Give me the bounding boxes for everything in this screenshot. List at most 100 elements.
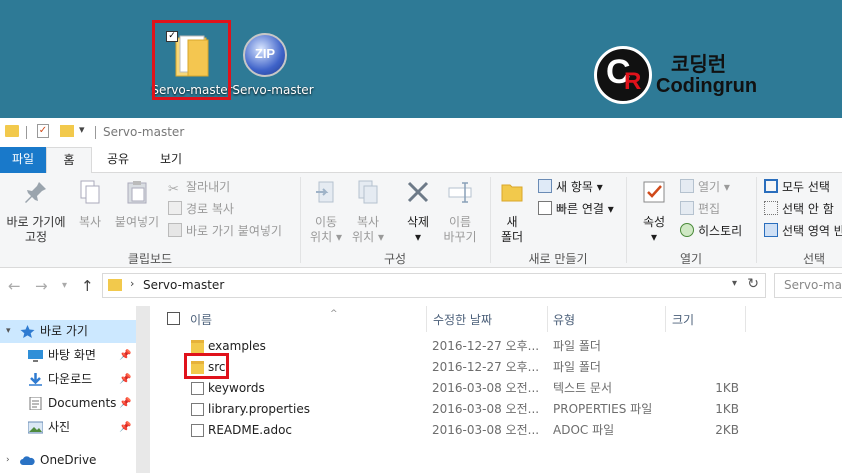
annotation-highlight-box [184,353,229,379]
properties-button[interactable]: 속성 ▾ [634,179,674,245]
paste-icon [127,181,147,204]
select-none-button[interactable]: 선택 안 함 [764,199,834,219]
customize-dropdown-icon[interactable]: ▾ [79,123,85,136]
move-to-label-2: 위치 [310,230,333,244]
column-header-name[interactable]: 이름 ^ [190,308,338,332]
forward-arrow-icon[interactable]: → [35,277,48,295]
recent-locations-icon[interactable]: ▾ [62,280,67,291]
edit-button[interactable]: 편집 [680,199,720,219]
new-item-icon [538,179,552,193]
brand-korean: 코딩런 [671,52,727,76]
copy-to-icon [358,180,378,204]
file-date: 2016-12-27 오후... [432,339,538,353]
file-date: 2016-12-27 오후... [432,360,538,374]
file-size: 1KB [715,381,739,395]
desktop-icon [28,350,43,362]
cut-label: 잘라내기 [186,180,231,194]
address-bar[interactable]: › Servo-master ▾ ↻ [102,273,766,298]
pin-to-quick-access-button[interactable]: 바로 가기에 고정 [2,179,70,245]
invert-selection-icon [764,223,778,237]
new-folder-button[interactable]: 새 폴더 [494,179,530,245]
new-item-button[interactable]: 새 항목 ▾ [538,177,603,197]
select-none-icon [764,201,778,215]
pin-label-2: 고정 [24,230,48,244]
move-to-button[interactable]: 이동 위치 ▾ [306,179,346,245]
tab-view[interactable]: 보기 [144,147,198,173]
text-file-icon [191,382,204,395]
new-folder-icon[interactable] [60,125,74,137]
folder-icon [191,340,204,353]
copy-path-button[interactable]: 경로 복사 [168,199,234,219]
file-row-examples[interactable]: examples 2016-12-27 오후... 파일 폴더 [151,336,842,357]
up-arrow-icon[interactable]: ↑ [81,277,94,295]
copy-to-button[interactable]: 복사 위치 ▾ [350,179,386,245]
paste-shortcut-button[interactable]: 바로 가기 붙여넣기 [168,221,282,241]
file-icon [191,403,204,416]
easy-access-label: 빠른 연결 [556,202,604,216]
file-type: ADOC 파일 [553,423,615,437]
back-arrow-icon[interactable]: ← [8,277,21,295]
search-input[interactable]: Servo-maste [774,273,842,298]
refresh-icon[interactable]: ↻ [747,276,759,292]
rename-button[interactable]: 이름 바꾸기 [440,179,480,245]
history-button[interactable]: 히스토리 [680,221,742,241]
file-type: 텍스트 문서 [553,381,613,395]
pin-icon[interactable]: 📌 [119,344,131,367]
open-button[interactable]: 열기 ▾ [680,177,730,197]
delete-button[interactable]: 삭제 ▾ [398,179,438,245]
breadcrumb-chevron-icon[interactable]: › [130,277,134,290]
expand-arrow-icon[interactable]: › [6,449,10,472]
pin-icon[interactable]: 📌 [119,368,131,391]
cut-button[interactable]: ✂ 잘라내기 [168,177,230,197]
column-divider[interactable] [547,306,548,332]
sort-ascending-icon: ^ [330,309,338,319]
invert-selection-button[interactable]: 선택 영역 반 [764,221,842,241]
column-header-size[interactable]: 크기 [672,308,694,332]
file-row-readme[interactable]: README.adoc 2016-03-08 오전... ADOC 파일 2KB [151,420,842,441]
column-divider[interactable] [665,306,666,332]
ribbon-home: 바로 가기에 고정 복사 붙여넣기 ✂ 잘라내기 경로 복사 바로 가기 붙여넣기… [0,173,842,268]
divider [26,126,27,139]
copy-icon [80,180,100,204]
file-date: 2016-03-08 오전... [432,381,538,395]
nav-scrollbar[interactable] [136,306,150,473]
nav-item-desktop[interactable]: 바탕 화면 📌 [0,344,150,367]
file-row-src[interactable]: src 2016-12-27 오후... 파일 폴더 [151,357,842,378]
nav-item-pictures[interactable]: 사진 📌 [0,416,150,439]
file-date: 2016-03-08 오전... [432,423,538,437]
open-icon [680,179,694,193]
nav-item-documents[interactable]: Documents 📌 [0,392,150,415]
file-size: 1KB [715,402,739,416]
select-all-button[interactable]: 모두 선택 [764,177,830,197]
column-header-date[interactable]: 수정한 날짜 [433,308,492,332]
breadcrumb-path[interactable]: Servo-master [143,278,224,292]
pin-icon[interactable]: 📌 [119,416,131,439]
easy-access-button[interactable]: 빠른 연결 ▾ [538,199,614,219]
column-divider[interactable] [426,306,427,332]
copy-path-icon [168,201,182,215]
tab-home[interactable]: 홈 [46,147,92,174]
pictures-icon [28,421,43,434]
history-icon [680,223,694,237]
properties-icon[interactable]: ✓ [37,124,49,138]
select-all-checkbox[interactable] [167,312,180,325]
tab-share[interactable]: 공유 [92,147,144,173]
copy-button[interactable]: 복사 [72,179,108,230]
collapse-arrow-icon[interactable]: ▾ [6,320,11,343]
column-header-type[interactable]: 유형 [553,308,575,332]
address-dropdown-icon[interactable]: ▾ [732,278,737,289]
file-row-library-properties[interactable]: library.properties 2016-03-08 오전... PROP… [151,399,842,420]
file-row-keywords[interactable]: keywords 2016-03-08 오전... 텍스트 문서 1KB [151,378,842,399]
nav-label: OneDrive [40,453,97,467]
pin-icon[interactable]: 📌 [119,392,131,415]
nav-item-quick-access[interactable]: ▾ 바로 가기 [0,320,150,343]
tab-file[interactable]: 파일 [0,147,46,173]
paste-button[interactable]: 붙여넣기 [112,179,162,230]
move-to-label-1: 이동 [314,215,338,229]
select-all-icon [764,179,778,193]
nav-item-downloads[interactable]: 다운로드 📌 [0,368,150,391]
column-divider[interactable] [745,306,746,332]
address-row: ← → ▾ ↑ › Servo-master ▾ ↻ Servo-maste [0,268,842,306]
nav-item-onedrive[interactable]: › OneDrive [0,449,150,472]
nav-label: Documents [48,396,117,410]
